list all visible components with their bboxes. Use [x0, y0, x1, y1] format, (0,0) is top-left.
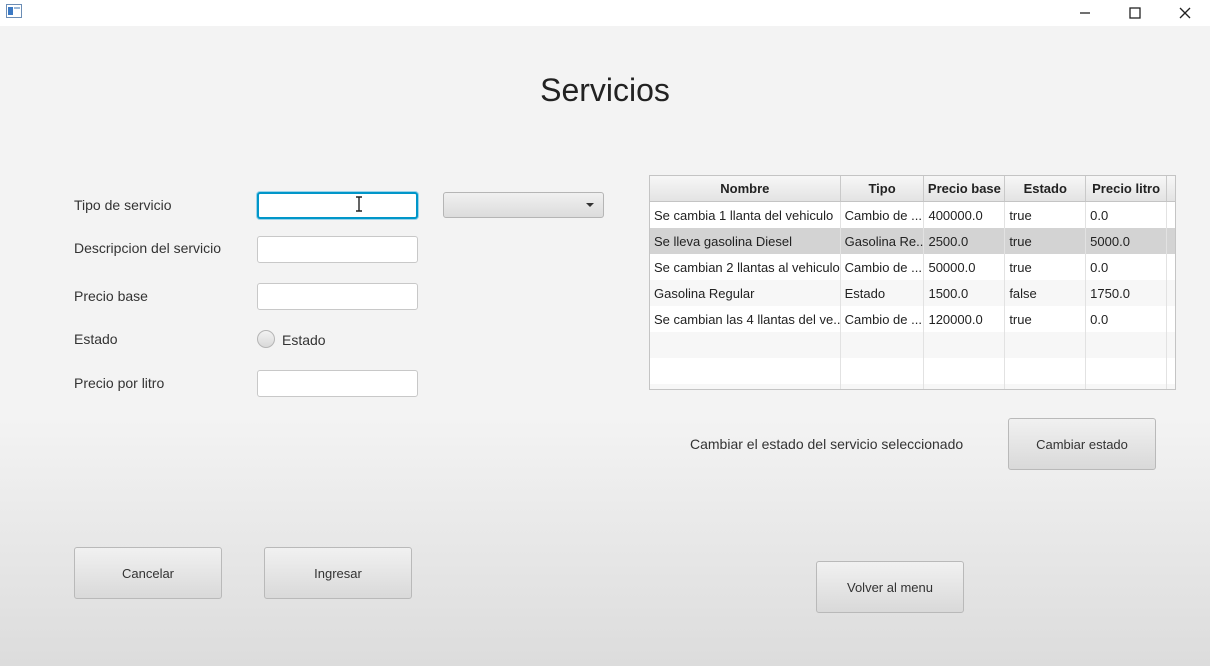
close-icon — [1179, 7, 1191, 19]
table-row[interactable]: Se cambian las 4 llantas del ve... Cambi… — [650, 306, 1175, 332]
table-cell: 1500.0 — [924, 280, 1006, 306]
cancelar-button[interactable]: Cancelar — [74, 547, 222, 599]
estado-label: Estado — [74, 331, 118, 347]
table-cell: Cambio de ... — [841, 254, 925, 280]
precio-litro-label: Precio por litro — [74, 375, 165, 391]
table-row-selected[interactable]: Se lleva gasolina Diesel Gasolina Re... … — [650, 228, 1175, 254]
close-button[interactable] — [1162, 0, 1208, 26]
table-cell: 0.0 — [1086, 306, 1167, 332]
page-title: Servicios — [540, 72, 670, 108]
table-cell: 50000.0 — [924, 254, 1006, 280]
table-cell: Se cambian las 4 llantas del ve... — [650, 306, 841, 332]
table-cell: Gasolina Re... — [841, 228, 925, 254]
volver-menu-button[interactable]: Volver al menu — [816, 561, 964, 613]
table-cell: 0.0 — [1086, 254, 1167, 280]
column-header-precio-litro[interactable]: Precio litro — [1086, 176, 1168, 201]
table-cell: Gasolina Regular — [650, 280, 841, 306]
table-cell: Cambio de ... — [841, 202, 925, 228]
table-cell-filler — [1167, 306, 1175, 332]
table-row[interactable]: Gasolina Regular Estado 1500.0 false 175… — [650, 280, 1175, 306]
table-row-empty — [650, 358, 1175, 384]
estado-radio-label[interactable]: Estado — [282, 332, 326, 348]
chevron-down-icon — [586, 203, 594, 207]
tipo-servicio-label: Tipo de servicio — [74, 197, 172, 213]
table-cell: true — [1005, 228, 1087, 254]
column-header-precio-base[interactable]: Precio base — [924, 176, 1006, 201]
precio-litro-input[interactable] — [257, 370, 418, 397]
precio-base-label: Precio base — [74, 288, 148, 304]
table-row[interactable]: Se cambia 1 llanta del vehiculo Cambio d… — [650, 202, 1175, 228]
table-header: Nombre Tipo Precio base Estado Precio li… — [650, 176, 1175, 202]
table-cell: true — [1005, 306, 1087, 332]
minimize-button[interactable] — [1062, 0, 1108, 26]
table-cell: Se lleva gasolina Diesel — [650, 228, 841, 254]
table-cell: 5000.0 — [1086, 228, 1167, 254]
column-header-estado[interactable]: Estado — [1005, 176, 1087, 201]
column-header-tipo[interactable]: Tipo — [841, 176, 925, 201]
cambiar-estado-button[interactable]: Cambiar estado — [1008, 418, 1156, 470]
table-cell-filler — [1167, 254, 1175, 280]
table-cell: false — [1005, 280, 1087, 306]
cambiar-estado-hint: Cambiar el estado del servicio seleccion… — [690, 436, 964, 452]
tipo-servicio-combo[interactable] — [443, 192, 604, 218]
table-row-empty — [650, 332, 1175, 358]
table-cell-filler — [1167, 228, 1175, 254]
table-cell-filler — [1167, 202, 1175, 228]
minimize-icon — [1080, 12, 1090, 14]
table-cell: 2500.0 — [924, 228, 1006, 254]
window-titlebar — [0, 0, 1210, 26]
maximize-button[interactable] — [1112, 0, 1158, 26]
table-cell: 120000.0 — [924, 306, 1006, 332]
descripcion-label: Descripcion del servicio — [74, 240, 222, 256]
table-cell: true — [1005, 202, 1087, 228]
table-cell: 400000.0 — [924, 202, 1006, 228]
app-window-icon — [6, 4, 22, 18]
ingresar-button[interactable]: Ingresar — [264, 547, 412, 599]
descripcion-input[interactable] — [257, 236, 418, 263]
table-cell-filler — [1167, 280, 1175, 306]
table-row-empty — [650, 384, 1175, 389]
servicios-table: Nombre Tipo Precio base Estado Precio li… — [649, 175, 1176, 390]
tipo-servicio-input[interactable] — [257, 192, 418, 219]
table-cell: Estado — [841, 280, 925, 306]
table-cell: 0.0 — [1086, 202, 1167, 228]
table-cell: Se cambian 2 llantas al vehiculo — [650, 254, 841, 280]
column-header-nombre[interactable]: Nombre — [650, 176, 841, 201]
maximize-icon — [1129, 7, 1141, 19]
table-row[interactable]: Se cambian 2 llantas al vehiculo Cambio … — [650, 254, 1175, 280]
estado-radio[interactable] — [257, 330, 275, 348]
table-cell: true — [1005, 254, 1087, 280]
precio-base-input[interactable] — [257, 283, 418, 310]
table-cell: 1750.0 — [1086, 280, 1167, 306]
table-cell: Se cambia 1 llanta del vehiculo — [650, 202, 841, 228]
column-header-filler — [1167, 176, 1175, 201]
text-cursor-icon — [356, 196, 362, 212]
servicios-form-panel: Servicios Tipo de servicio Descripcion d… — [0, 26, 1210, 666]
table-cell: Cambio de ... — [841, 306, 925, 332]
